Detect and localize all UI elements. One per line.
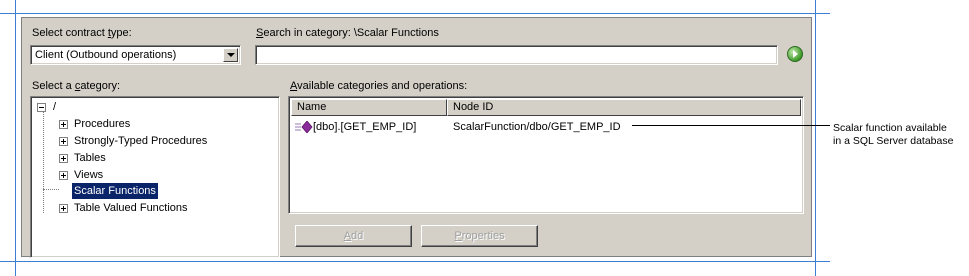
tree-item-label: Table Valued Functions xyxy=(74,202,188,214)
operations-list[interactable]: Name Node ID [dbo].[GET_EMP_ID] ScalarFu… xyxy=(288,96,804,214)
tree-item-label: Views xyxy=(74,169,104,181)
search-input[interactable] xyxy=(255,45,778,65)
go-arrow-icon[interactable] xyxy=(787,46,803,62)
search-label: Search in category: \Scalar Functions xyxy=(256,27,439,39)
operations-label: Available categories and operations: xyxy=(290,80,468,92)
tree-item-label-selected: Scalar Functions xyxy=(72,183,158,199)
guide-line-right xyxy=(815,0,816,276)
properties-button[interactable]: Properties xyxy=(421,225,538,247)
category-tree[interactable]: / Procedures Strongly-Typed Procedures T… xyxy=(30,96,280,258)
operation-node-id: ScalarFunction/dbo/GET_EMP_ID xyxy=(453,121,621,133)
guide-line-bottom xyxy=(0,261,830,262)
contract-type-label: Select contract type: xyxy=(32,27,132,39)
column-header-node-id[interactable]: Node ID xyxy=(447,99,801,116)
contract-type-select[interactable]: Client (Outbound operations) xyxy=(30,45,241,65)
expand-icon[interactable] xyxy=(59,171,68,180)
expand-icon[interactable] xyxy=(59,137,68,146)
callout-line xyxy=(632,125,830,126)
collapse-icon[interactable] xyxy=(37,103,46,112)
callout-line-1: Scalar function available xyxy=(833,122,947,134)
column-header-name[interactable]: Name xyxy=(291,99,447,116)
guide-line-left xyxy=(15,0,16,276)
operation-name: [dbo].[GET_EMP_ID] xyxy=(313,121,417,133)
tree-item-label: Procedures xyxy=(74,118,131,130)
guide-line-top xyxy=(0,13,830,14)
contract-type-value: Client (Outbound operations) xyxy=(35,49,177,61)
category-label: Select a category: xyxy=(32,80,121,92)
chevron-down-icon[interactable] xyxy=(223,48,238,62)
tree-connector xyxy=(43,189,59,191)
tree-item-label: Strongly-Typed Procedures xyxy=(74,135,208,147)
callout-line-2: in a SQL Server database xyxy=(833,135,954,147)
add-button[interactable]: Add xyxy=(295,225,412,247)
expand-icon[interactable] xyxy=(59,120,68,129)
expand-icon[interactable] xyxy=(59,204,68,213)
scalar-function-icon xyxy=(295,121,313,133)
callout-text: Scalar function available in a SQL Serve… xyxy=(833,122,953,148)
expand-icon[interactable] xyxy=(59,154,68,163)
tree-root-label: / xyxy=(53,101,57,113)
tree-connector xyxy=(43,111,45,213)
tree-item-label: Tables xyxy=(74,152,106,164)
operation-dialog-panel: Select contract type: Client (Outbound o… xyxy=(21,17,812,258)
